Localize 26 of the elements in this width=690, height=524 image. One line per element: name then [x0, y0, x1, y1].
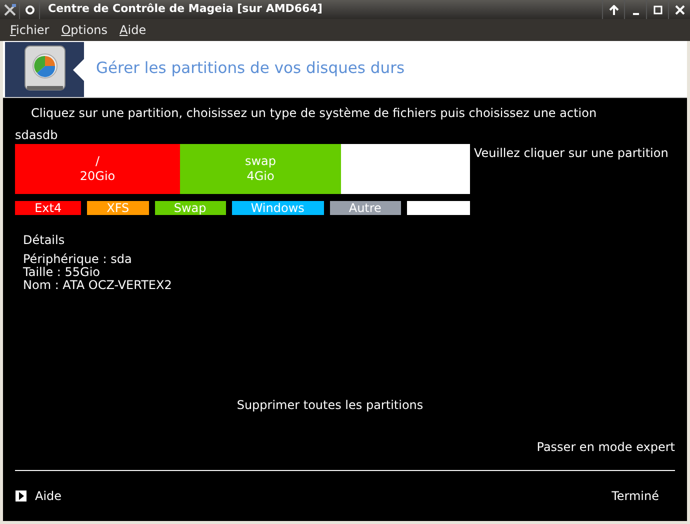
partition-block[interactable]: / 20Gio — [15, 144, 180, 194]
up-arrow-icon[interactable] — [608, 4, 618, 14]
legend-item[interactable]: Ext4 — [15, 201, 82, 215]
menu-item[interactable]: Aide — [120, 21, 146, 39]
detail-line: Nom : ATA OCZ-VERTEX2 — [23, 279, 173, 292]
menu-item[interactable]: Options — [61, 21, 108, 39]
legend-swatch[interactable] — [406, 201, 470, 215]
clear-all-button[interactable]: Supprimer toutes les partitions — [236, 396, 424, 414]
details-title: Détails — [23, 232, 66, 249]
pin-icon[interactable] — [24, 4, 34, 14]
banner-notch — [73, 58, 85, 82]
window-title: Centre de Contrôle de Mageia [sur AMD664] — [48, 1, 324, 18]
app-icon[interactable] — [2, 2, 16, 16]
hint-text: Veuillez cliquer sur une partition — [474, 145, 668, 162]
close-icon[interactable] — [674, 4, 684, 14]
help-button[interactable]: Aide — [35, 487, 62, 505]
expander-icon[interactable] — [15, 490, 27, 502]
detail-line: Périphérique : sda — [23, 253, 133, 266]
header-title: Gérer les partitions de vos disques durs — [96, 58, 405, 80]
done-button[interactable]: Terminé — [612, 487, 659, 505]
menu-item[interactable]: Fichier — [10, 21, 50, 39]
expert-mode-button[interactable]: Passer en mode expert — [536, 438, 675, 456]
detail-line: Taille : 55Gio — [23, 266, 101, 279]
disk-tabs[interactable]: sdasdb — [15, 126, 675, 144]
instruction-text: Cliquez sur une partition, choisissez un type de système de fichiers puis choisissez une action — [31, 105, 598, 122]
maximize-icon[interactable] — [652, 4, 662, 14]
